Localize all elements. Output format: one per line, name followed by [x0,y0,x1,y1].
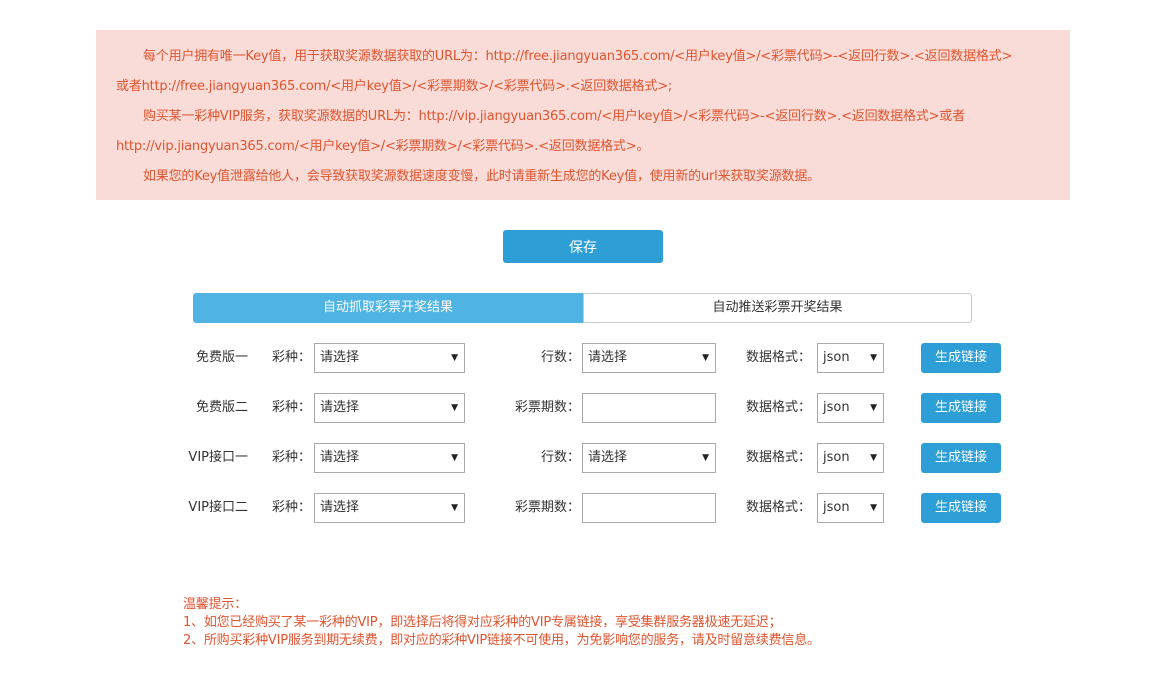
row-name: 免费版一 [195,350,248,365]
data-format-select[interactable]: json ▼ [817,393,884,423]
lottery-type-select[interactable]: 请选择 ▼ [314,493,465,523]
lottery-type-value: 请选择 [320,500,360,515]
row-count-label: 行数： [540,450,580,465]
issue-number-input[interactable] [582,393,716,423]
tips-line-1: 1、如您已经购买了某一彩种的VIP，即选择后将得对应彩种的VIP专属链接，享受集… [183,615,782,630]
data-format-value: json [823,450,850,465]
lottery-type-select[interactable]: 请选择 ▼ [314,393,465,423]
lottery-type-value: 请选择 [320,450,360,465]
row-count-select[interactable]: 请选择 ▼ [582,443,716,473]
generate-link-button[interactable]: 生成链接 [921,343,1001,373]
lottery-type-label: 彩种： [272,450,312,465]
row-name: VIP接口一 [188,450,248,465]
data-format-label: 数据格式： [746,450,812,465]
data-format-label: 数据格式： [746,400,812,415]
lottery-type-value: 请选择 [320,350,360,365]
dropdown-arrow-icon: ▼ [451,403,458,413]
data-format-select[interactable]: json ▼ [817,343,884,373]
data-format-label: 数据格式： [746,500,812,515]
dropdown-arrow-icon: ▼ [702,353,709,363]
link-row-free-2: 免费版二 彩种： 请选择 ▼ 彩票期数： 数据格式： json ▼ 生成链接 [0,393,1168,423]
dropdown-arrow-icon: ▼ [451,453,458,463]
issue-number-input[interactable] [582,493,716,523]
dropdown-arrow-icon: ▼ [451,353,458,363]
lottery-type-label: 彩种： [272,500,312,515]
lottery-type-label: 彩种： [272,400,312,415]
notice-line-2: 或者http://free.jiangyuan365.com/<用户key值>/… [116,79,673,94]
dropdown-arrow-icon: ▼ [870,403,877,413]
dropdown-arrow-icon: ▼ [870,503,877,513]
issue-number-label: 彩票期数： [514,400,580,415]
save-button[interactable]: 保存 [503,230,663,263]
data-format-value: json [823,350,850,365]
data-format-value: json [823,400,850,415]
notice-line-4: http://vip.jiangyuan365.com/<用户key值>/<彩票… [116,139,650,154]
row-count-value: 请选择 [588,450,628,465]
generate-link-button[interactable]: 生成链接 [921,393,1001,423]
notice-panel: 每个用户拥有唯一Key值，用于获取奖源数据获取的URL为：http://free… [96,30,1070,200]
tab-auto-fetch[interactable]: 自动抓取彩票开奖结果 [193,293,583,323]
generate-link-button[interactable]: 生成链接 [921,443,1001,473]
row-name: VIP接口二 [188,500,248,515]
lottery-type-select[interactable]: 请选择 ▼ [314,443,465,473]
link-row-vip-1: VIP接口一 彩种： 请选择 ▼ 行数： 请选择 ▼ 数据格式： json ▼ … [0,443,1168,473]
link-row-vip-2: VIP接口二 彩种： 请选择 ▼ 彩票期数： 数据格式： json ▼ 生成链接 [0,493,1168,523]
dropdown-arrow-icon: ▼ [451,503,458,513]
tips-title: 温馨提示： [183,597,248,612]
lottery-type-label: 彩种： [272,350,312,365]
notice-line-5: 如果您的Key值泄露给他人，会导致获取奖源数据速度变慢，此时请重新生成您的Key… [143,169,820,184]
tab-auto-push[interactable]: 自动推送彩票开奖结果 [583,293,972,323]
row-count-label: 行数： [540,350,580,365]
dropdown-arrow-icon: ▼ [702,453,709,463]
notice-line-1: 每个用户拥有唯一Key值，用于获取奖源数据获取的URL为：http://free… [143,49,1013,64]
generate-link-button[interactable]: 生成链接 [921,493,1001,523]
data-format-value: json [823,500,850,515]
row-count-select[interactable]: 请选择 ▼ [582,343,716,373]
notice-line-3: 购买某一彩种VIP服务，获取奖源数据的URL为：http://vip.jiang… [143,109,965,124]
link-row-free-1: 免费版一 彩种： 请选择 ▼ 行数： 请选择 ▼ 数据格式： json ▼ 生成… [0,343,1168,373]
lottery-type-value: 请选择 [320,400,360,415]
issue-number-label: 彩票期数： [514,500,580,515]
tips-panel: 温馨提示： 1、如您已经购买了某一彩种的VIP，即选择后将得对应彩种的VIP专属… [183,596,820,650]
dropdown-arrow-icon: ▼ [870,453,877,463]
data-format-select[interactable]: json ▼ [817,443,884,473]
dropdown-arrow-icon: ▼ [870,353,877,363]
data-format-select[interactable]: json ▼ [817,493,884,523]
mode-tabs: 自动抓取彩票开奖结果 自动推送彩票开奖结果 [193,293,972,323]
row-name: 免费版二 [195,400,248,415]
lottery-type-select[interactable]: 请选择 ▼ [314,343,465,373]
row-count-value: 请选择 [588,350,628,365]
data-format-label: 数据格式： [746,350,812,365]
tips-line-2: 2、所购买彩种VIP服务到期无续费，即对应的彩种VIP链接不可使用，为免影响您的… [183,633,820,648]
